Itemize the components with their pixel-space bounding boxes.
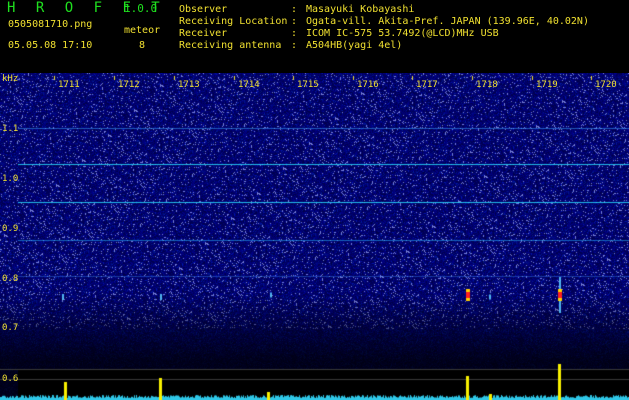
- y-tick-label: 1.1: [2, 124, 19, 134]
- y-axis-unit: kHz: [2, 74, 19, 84]
- antenna-value: A504HB(yagi 4el): [306, 40, 403, 51]
- receiver-label: Receiver: [179, 28, 228, 39]
- y-tick-label: 0.8: [2, 274, 19, 284]
- file-name: 0505081710.png: [8, 19, 93, 30]
- app-version: 1.0.0: [124, 2, 158, 15]
- meteor-label: meteor: [124, 25, 161, 36]
- x-tick-label: 1711: [58, 80, 80, 90]
- info-colon: :: [291, 28, 298, 39]
- x-tick-label: 1718: [476, 80, 498, 90]
- x-tick-label: 1716: [357, 80, 379, 90]
- header-panel: H R O F F T 1.0.0 0505081710.png meteor …: [0, 0, 629, 73]
- location-value: Ogata-vill. Akita-Pref. JAPAN (139.96E, …: [306, 16, 589, 27]
- timestamp: 05.05.08 17:10: [8, 40, 93, 51]
- y-tick-label: 0.9: [2, 224, 19, 234]
- y-tick-label: 0.6: [2, 374, 19, 384]
- y-tick-label: 0.7: [2, 323, 19, 333]
- spectrogram-canvas: [0, 73, 629, 400]
- x-tick-label: 1713: [178, 80, 200, 90]
- x-tick-label: 1719: [536, 80, 558, 90]
- receiver-value: ICOM IC-575 53.7492(@LCD)MHz USB: [306, 28, 499, 39]
- x-tick-label: 1714: [238, 80, 260, 90]
- x-tick-label: 1715: [297, 80, 319, 90]
- x-tick-label: 1717: [416, 80, 438, 90]
- observer-label: Observer: [179, 4, 228, 15]
- antenna-label: Receiving antenna: [179, 40, 282, 51]
- location-label: Receiving Location: [179, 16, 288, 27]
- observer-value: Masayuki Kobayashi: [306, 4, 415, 15]
- x-tick-label: 1720: [595, 80, 617, 90]
- x-tick-label: 1712: [118, 80, 140, 90]
- y-tick-label: 1.0: [2, 174, 19, 184]
- info-colon: :: [291, 16, 298, 27]
- info-colon: :: [291, 40, 298, 51]
- meteor-count: 8: [139, 40, 146, 51]
- info-colon: :: [291, 4, 298, 15]
